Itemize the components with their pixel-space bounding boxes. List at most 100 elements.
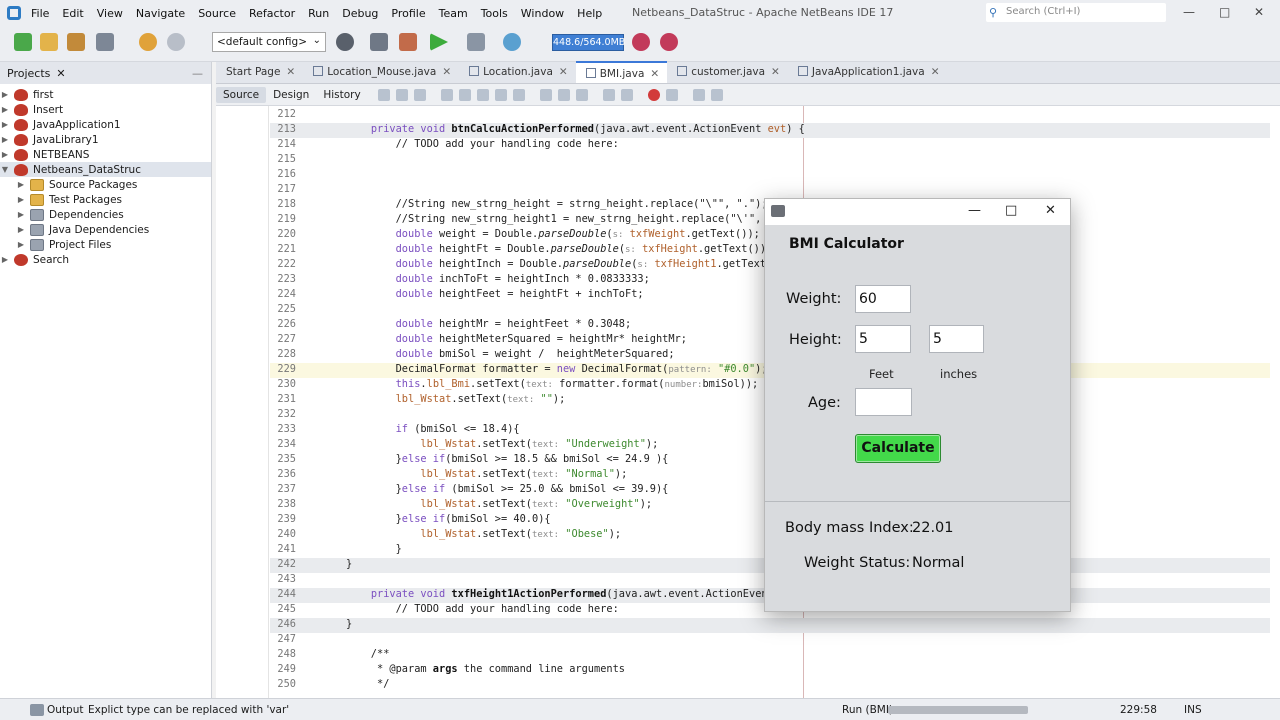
close-icon[interactable]: ✕ [931, 66, 940, 78]
tab-customer[interactable]: customer.java ✕ [667, 61, 788, 83]
age-field[interactable] [855, 388, 912, 416]
tree-item-first[interactable]: ▶ first [0, 87, 211, 102]
tree-item-netbeans-datastruc[interactable]: ▼ Netbeans_DataStruc [0, 162, 211, 177]
tab-start-page[interactable]: Start Page ✕ [216, 61, 303, 83]
new-project-icon[interactable] [40, 33, 58, 51]
maximize-icon[interactable]: □ [1219, 5, 1230, 19]
height-inches-field[interactable]: 5 [929, 325, 984, 353]
tab-javaapplication1[interactable]: JavaApplication1.java ✕ [788, 61, 948, 83]
close-icon[interactable]: ✕ [771, 66, 780, 78]
tree-item-search[interactable]: ▶ Search [0, 252, 211, 267]
tab-location-mouse[interactable]: Location_Mouse.java ✕ [303, 61, 459, 83]
tab-location[interactable]: Location.java ✕ [459, 61, 576, 83]
stop-macro-icon[interactable] [665, 88, 678, 101]
source-button[interactable]: Source [216, 86, 267, 103]
tab-bmi[interactable]: BMI.java ✕ [575, 61, 668, 83]
menu-source[interactable]: Source [198, 7, 236, 20]
tree-item-insert[interactable]: ▶ Insert [0, 102, 211, 117]
menu-tools[interactable]: Tools [481, 7, 508, 20]
tree-item-source-packages[interactable]: ▶ Source Packages [0, 177, 211, 192]
close-icon[interactable]: ✕ [559, 66, 568, 78]
profile-icon[interactable] [503, 33, 521, 51]
expand-icon[interactable]: ▶ [0, 135, 10, 144]
new-file-icon[interactable] [14, 33, 32, 51]
close-icon[interactable]: ✕ [650, 68, 659, 80]
collapse-icon[interactable]: ▼ [0, 165, 10, 174]
expand-icon[interactable]: ▶ [0, 120, 10, 129]
tree-item-java-dependencies[interactable]: ▶ Java Dependencies [0, 222, 211, 237]
design-button[interactable]: Design [266, 87, 316, 103]
minimize-icon[interactable]: — [192, 67, 203, 80]
gc-icon[interactable] [632, 33, 650, 51]
tree-item-project-files[interactable]: ▶ Project Files [0, 237, 211, 252]
height-feet-field[interactable]: 5 [855, 325, 911, 353]
prev-bookmark-icon[interactable] [539, 88, 552, 101]
tree-item-test-packages[interactable]: ▶ Test Packages [0, 192, 211, 207]
search-input[interactable]: ⚲ Search (Ctrl+I) [986, 3, 1166, 22]
forward-icon[interactable] [413, 88, 426, 101]
redo-icon[interactable] [167, 33, 185, 51]
maximize-icon[interactable]: □ [1005, 203, 1017, 218]
find-icon[interactable] [440, 88, 453, 101]
expand-icon[interactable]: ▶ [16, 225, 26, 234]
menu-debug[interactable]: Debug [342, 7, 378, 20]
back-icon[interactable] [395, 88, 408, 101]
menu-team[interactable]: Team [439, 7, 468, 20]
open-project-icon[interactable] [67, 33, 85, 51]
shift-right-icon[interactable] [620, 88, 633, 101]
debug-icon[interactable] [467, 33, 485, 51]
menu-view[interactable]: View [97, 7, 123, 20]
minimize-icon[interactable]: — [1183, 5, 1195, 19]
expand-icon[interactable]: ▶ [0, 90, 10, 99]
next-bookmark-icon[interactable] [557, 88, 570, 101]
tree-item-dependencies[interactable]: ▶ Dependencies [0, 207, 211, 222]
find-previous-icon[interactable] [458, 88, 471, 101]
close-icon[interactable]: ✕ [1045, 203, 1056, 218]
menu-file[interactable]: File [31, 7, 49, 20]
menu-help[interactable]: Help [577, 7, 602, 20]
expand-icon[interactable]: ▶ [16, 195, 26, 204]
close-icon[interactable]: ✕ [1254, 5, 1264, 19]
shift-left-icon[interactable] [602, 88, 615, 101]
menu-profile[interactable]: Profile [391, 7, 425, 20]
expand-icon[interactable]: ▶ [0, 255, 10, 264]
history-button[interactable]: History [316, 87, 367, 103]
comment-icon[interactable] [692, 88, 705, 101]
uncomment-icon[interactable] [710, 88, 723, 101]
record-macro-icon[interactable] [647, 88, 660, 101]
find-next-icon[interactable] [476, 88, 489, 101]
build-icon[interactable] [370, 33, 388, 51]
save-all-icon[interactable] [96, 33, 114, 51]
output-button[interactable]: Output [47, 704, 83, 716]
config-select[interactable]: <default config> ⌄ [212, 32, 326, 52]
close-icon[interactable]: ✕ [442, 66, 451, 78]
expand-icon[interactable]: ▶ [0, 105, 10, 114]
profile-ide-icon[interactable] [660, 33, 678, 51]
toggle-bookmark-icon[interactable] [575, 88, 588, 101]
tree-item-javaapplication1[interactable]: ▶ JavaApplication1 [0, 117, 211, 132]
expand-icon[interactable]: ▶ [16, 210, 26, 219]
projects-tab[interactable]: Projects ✕ — [0, 62, 211, 84]
tree-item-javalibrary1[interactable]: ▶ JavaLibrary1 [0, 132, 211, 147]
memory-indicator[interactable]: 448.6/564.0MB [552, 34, 625, 51]
last-edit-icon[interactable] [377, 88, 390, 101]
close-icon[interactable]: ✕ [56, 67, 65, 80]
run-status[interactable]: Run (BMI) [842, 704, 893, 716]
run-icon[interactable] [430, 33, 448, 51]
menu-refactor[interactable]: Refactor [249, 7, 295, 20]
expand-icon[interactable]: ▶ [16, 240, 26, 249]
build-target-icon[interactable] [336, 33, 354, 51]
close-icon[interactable]: ✕ [286, 66, 295, 78]
weight-field[interactable]: 60 [855, 285, 911, 313]
menu-edit[interactable]: Edit [62, 7, 83, 20]
clean-build-icon[interactable] [399, 33, 417, 51]
toggle-rect-selection-icon[interactable] [512, 88, 525, 101]
menu-run[interactable]: Run [308, 7, 329, 20]
menu-window[interactable]: Window [521, 7, 564, 20]
minimize-icon[interactable]: — [968, 203, 981, 218]
expand-icon[interactable]: ▶ [16, 180, 26, 189]
menu-navigate[interactable]: Navigate [136, 7, 185, 20]
calculate-button[interactable]: Calculate [855, 434, 941, 463]
toggle-highlight-icon[interactable] [494, 88, 507, 101]
undo-icon[interactable] [139, 33, 157, 51]
